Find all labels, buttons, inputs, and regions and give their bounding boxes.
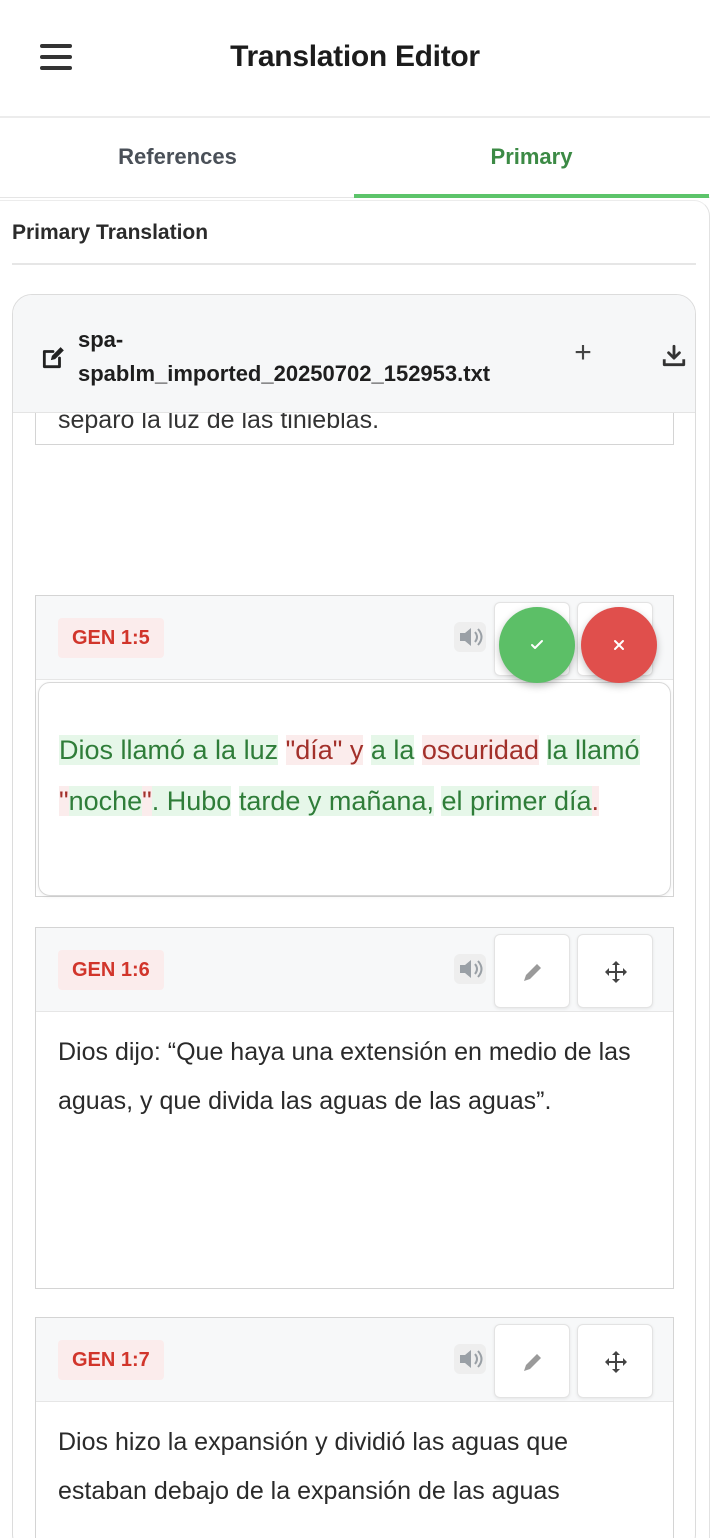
diff-removed: " — [142, 786, 152, 816]
diff-plain — [539, 735, 547, 765]
accept-changes-button[interactable] — [499, 607, 575, 683]
diff-removed: " — [59, 786, 69, 816]
diff-added: . Hubo — [151, 786, 232, 816]
tab-references[interactable]: References — [0, 120, 355, 198]
move-icon — [605, 961, 627, 983]
diff-plain — [278, 735, 286, 765]
diff-plain — [414, 735, 422, 765]
move-verse-button[interactable] — [577, 934, 653, 1008]
page-title: Translation Editor — [230, 40, 480, 73]
document-header: spa- spablm_imported_20250702_152953.txt… — [13, 295, 695, 413]
speaker-icon[interactable] — [454, 954, 486, 984]
diff-added: la l — [546, 735, 582, 765]
diff-added: Dios llamó a la — [59, 735, 244, 765]
app-header: Translation Editor — [0, 0, 710, 118]
document-card: spa- spablm_imported_20250702_152953.txt… — [12, 294, 696, 1538]
move-icon — [605, 1351, 627, 1373]
diff-plain — [363, 735, 371, 765]
diff-added: noche — [68, 786, 143, 816]
tab-bar: References Primary — [0, 120, 710, 198]
verse-ref-badge: GEN 1:7 — [58, 1340, 164, 1380]
document-filename-line2: spablm_imported_20250702_152953.txt — [78, 361, 491, 386]
diff-text: Dios llamó a la luz "día" y a la oscurid… — [59, 725, 659, 827]
pencil-icon — [524, 1354, 541, 1371]
diff-added: a la — [370, 735, 415, 765]
diff-plain — [231, 786, 239, 816]
diff-added: el primer día — [441, 786, 592, 816]
diff-added: luz — [243, 735, 279, 765]
primary-panel: Primary Translation spa- spablm_imported… — [0, 200, 710, 1538]
edit-verse-button[interactable] — [494, 934, 570, 1008]
verse-card-gen-1-7: GEN 1:7 Dios hizo la expansión y dividió… — [35, 1317, 674, 1538]
verse-card-header: GEN 1:7 — [36, 1318, 673, 1402]
edit-document-icon[interactable] — [40, 345, 66, 371]
close-icon — [614, 640, 624, 650]
reject-changes-button[interactable] — [581, 607, 657, 683]
verse-ref-badge: GEN 1:5 — [58, 618, 164, 658]
speaker-icon[interactable] — [454, 622, 486, 652]
verse-card-header: GEN 1:5 — [36, 596, 673, 680]
verse-card-gen-1-6: GEN 1:6 Dios dijo: “Que haya una extensi… — [35, 927, 674, 1289]
speaker-icon[interactable] — [454, 1344, 486, 1374]
verse-editor[interactable]: Dios llamó a la luz "día" y a la oscurid… — [38, 682, 671, 896]
edit-verse-button[interactable] — [494, 1324, 570, 1398]
move-verse-button[interactable] — [577, 1324, 653, 1398]
tab-primary[interactable]: Primary — [354, 120, 709, 198]
check-icon — [531, 640, 543, 649]
section-title: Primary Translation — [12, 221, 209, 244]
document-filename-line1: spa- — [78, 327, 124, 352]
diff-removed: oscuridad — [421, 735, 539, 765]
diff-removed: "día" y — [285, 735, 364, 765]
verse-text[interactable]: Dios hizo la expansión y dividió las agu… — [58, 1418, 648, 1516]
verse-text[interactable]: Dios dijo: “Que haya una extensión en me… — [58, 1028, 648, 1126]
verse-card-gen-1-5: GEN 1:5 Dios llamó a la luz "día" y a la… — [35, 595, 674, 897]
verse-ref-badge: GEN 1:6 — [58, 950, 164, 990]
diff-added: tarde y mañana, — [238, 786, 434, 816]
pencil-icon — [524, 964, 541, 981]
document-filename: spa- spablm_imported_20250702_152953.txt — [78, 323, 558, 391]
diff-removed: . — [591, 786, 600, 816]
download-icon[interactable] — [661, 343, 687, 369]
divider — [12, 263, 696, 265]
diff-added: lamó — [581, 735, 640, 765]
verse-card-header: GEN 1:6 — [36, 928, 673, 1012]
plus-icon[interactable]: + — [569, 338, 597, 368]
